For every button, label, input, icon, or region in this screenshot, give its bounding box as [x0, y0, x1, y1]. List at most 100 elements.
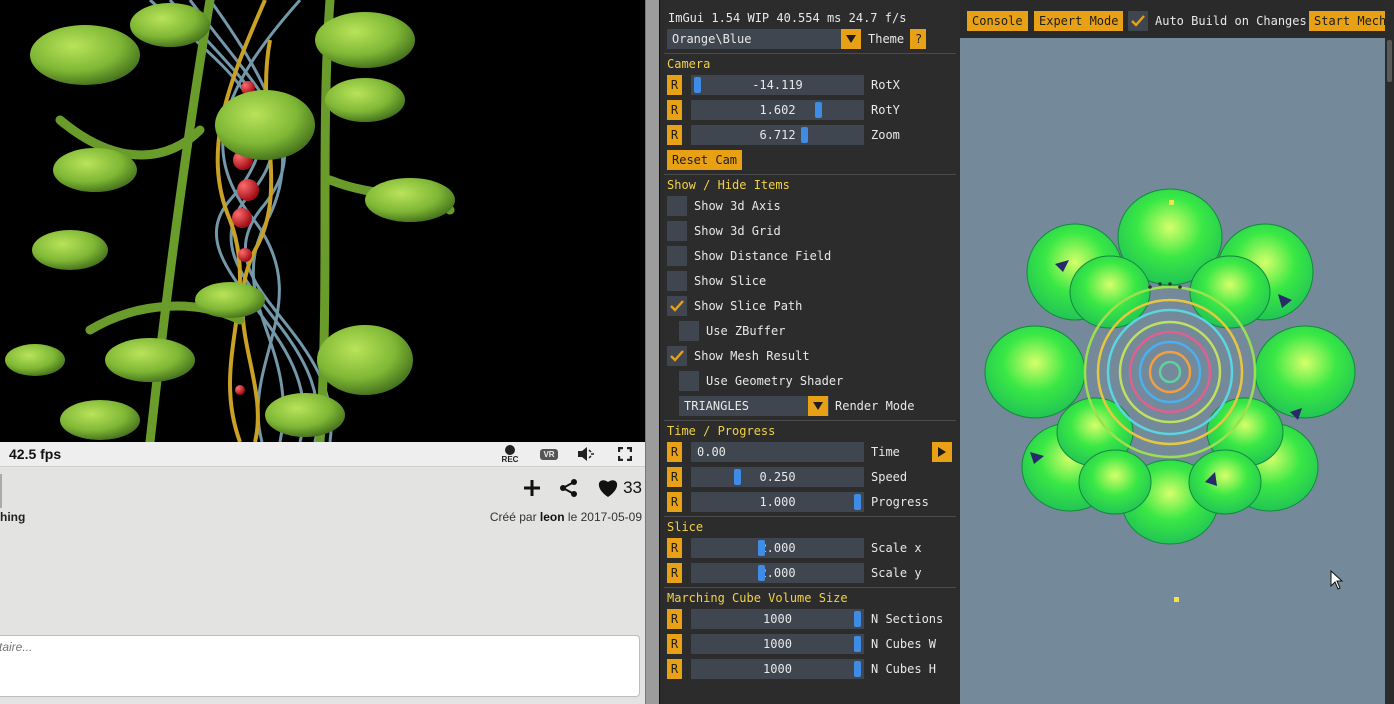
help-button[interactable]: ?	[910, 29, 926, 49]
shader-title[interactable]: hing	[0, 510, 25, 524]
speed-reset-button[interactable]: R	[667, 467, 682, 487]
created-date: 2017-05-09	[580, 510, 642, 524]
progress-value: 1.000	[759, 495, 796, 509]
checkmark-icon	[1131, 15, 1145, 27]
zoom-slider[interactable]: 6.712	[691, 125, 864, 145]
n-sections-slider-grab[interactable]	[854, 611, 861, 627]
n-sections-slider[interactable]: 1000	[691, 609, 864, 629]
render-mode-combo[interactable]: TRIANGLES	[679, 396, 829, 416]
roty-reset-button[interactable]: R	[667, 100, 682, 120]
show-hide-header[interactable]: Show / Hide Items	[667, 177, 790, 193]
play-button[interactable]	[932, 442, 952, 462]
n-cubes-h-reset-button[interactable]: R	[667, 659, 682, 679]
volume-icon[interactable]	[575, 444, 597, 464]
imgui-panel: ImGui 1.54 WIP 40.554 ms 24.7 f/s Orange…	[659, 0, 961, 704]
author-link[interactable]: leon	[540, 510, 565, 524]
share-icon[interactable]	[559, 478, 579, 498]
scrollbar-thumb[interactable]	[1387, 40, 1392, 82]
vertical-scrollbar[interactable]	[1385, 0, 1394, 704]
speed-slider-grab[interactable]	[734, 469, 741, 485]
start-mech-button[interactable]: Start Mech	[1309, 11, 1392, 31]
show-3d-grid-checkbox[interactable]	[667, 221, 687, 241]
created-prefix: Créé par	[489, 510, 537, 524]
slice-header[interactable]: Slice	[667, 519, 703, 535]
show-3d-grid-label: Show 3d Grid	[694, 224, 781, 238]
n-cubes-w-label: N Cubes W	[871, 637, 937, 651]
fullscreen-icon[interactable]	[615, 444, 635, 464]
progress-slider-grab[interactable]	[854, 494, 861, 510]
theme-combo[interactable]: Orange\Blue	[667, 29, 849, 49]
show-mesh-result-checkbox[interactable]	[667, 346, 687, 366]
scale-x-label: Scale x	[871, 541, 922, 555]
rotx-reset-button[interactable]: R	[667, 75, 682, 95]
show-slice-path-checkbox[interactable]	[667, 296, 687, 316]
reset-cam-button[interactable]: Reset Cam	[667, 150, 743, 170]
vr-icon[interactable]: VR	[538, 444, 560, 464]
created-by-line: Créé par leon le 2017-05-09	[490, 510, 642, 524]
zoom-label: Zoom	[871, 128, 900, 142]
time-input[interactable]: 0.00	[691, 442, 864, 462]
theme-dropdown-arrow-icon[interactable]	[841, 29, 861, 49]
zoom-reset-button[interactable]: R	[667, 125, 682, 145]
scale-x-slider[interactable]: 2.000	[691, 538, 864, 558]
expert-mode-button[interactable]: Expert Mode	[1034, 11, 1124, 31]
scale-y-slider[interactable]: 2.000	[691, 563, 864, 583]
n-cubes-w-reset-button[interactable]: R	[667, 634, 682, 654]
speed-slider[interactable]: 0.250	[691, 467, 864, 487]
rotx-slider-grab[interactable]	[694, 77, 701, 93]
rotx-slider[interactable]: -14.119	[691, 75, 864, 95]
auto-build-label: Auto Build on Changes	[1155, 14, 1307, 28]
n-cubes-h-slider-grab[interactable]	[854, 661, 861, 677]
separator	[664, 53, 956, 54]
camera-header[interactable]: Camera	[667, 56, 710, 72]
use-geometry-shader-checkbox[interactable]	[679, 371, 699, 391]
auto-build-checkbox[interactable]	[1128, 11, 1148, 31]
like-button[interactable]: 33	[597, 478, 642, 498]
shader-actions: 33	[505, 478, 642, 498]
show-3d-axis-checkbox[interactable]	[667, 196, 687, 216]
console-button[interactable]: Console	[967, 11, 1028, 31]
n-cubes-h-slider[interactable]: 1000	[691, 659, 864, 679]
page-edge-divider	[0, 474, 2, 508]
mesh-render-image	[984, 188, 1356, 602]
show-slice-checkbox[interactable]	[667, 271, 687, 291]
n-sections-reset-button[interactable]: R	[667, 609, 682, 629]
scale-y-reset-button[interactable]: R	[667, 563, 682, 583]
n-sections-value: 1000	[763, 612, 792, 626]
time-progress-header[interactable]: Time / Progress	[667, 423, 775, 439]
shader-viewport[interactable]	[0, 0, 645, 442]
progress-reset-button[interactable]: R	[667, 492, 682, 512]
player-controls-bar: 42.5 fps REC VR	[0, 442, 645, 467]
roty-label: RotY	[871, 103, 900, 117]
window-divider	[645, 0, 660, 704]
scale-y-slider-grab[interactable]	[758, 565, 765, 581]
n-cubes-w-slider[interactable]: 1000	[691, 634, 864, 654]
use-zbuffer-checkbox[interactable]	[679, 321, 699, 341]
scale-x-reset-button[interactable]: R	[667, 538, 682, 558]
show-slice-path-label: Show Slice Path	[694, 299, 803, 313]
main-toolbar: Console Expert Mode Auto Build on Change…	[960, 0, 1394, 38]
render-mode-dropdown-arrow-icon[interactable]	[808, 396, 828, 416]
show-slice-label: Show Slice	[694, 274, 767, 288]
zoom-value: 6.712	[759, 128, 796, 142]
roty-slider-grab[interactable]	[815, 102, 822, 118]
add-playlist-icon[interactable]	[523, 479, 541, 497]
n-cubes-h-label: N Cubes H	[871, 662, 937, 676]
separator	[664, 174, 956, 175]
mesh-3d-view[interactable]: Console Expert Mode Auto Build on Change…	[960, 0, 1394, 704]
record-icon[interactable]: REC	[499, 444, 521, 464]
scale-x-slider-grab[interactable]	[758, 540, 765, 556]
roty-slider[interactable]: 1.602	[691, 100, 864, 120]
comment-input[interactable]: taire...	[0, 635, 640, 697]
separator	[664, 420, 956, 421]
time-value: 0.00	[697, 445, 726, 459]
time-reset-button[interactable]: R	[667, 442, 682, 462]
zoom-slider-grab[interactable]	[801, 127, 808, 143]
show-distance-field-checkbox[interactable]	[667, 246, 687, 266]
marching-cube-header[interactable]: Marching Cube Volume Size	[667, 590, 848, 606]
progress-slider[interactable]: 1.000	[691, 492, 864, 512]
n-cubes-h-value: 1000	[763, 662, 792, 676]
render-mode-label: Render Mode	[835, 399, 915, 413]
theme-label: Theme	[868, 32, 905, 46]
n-cubes-w-slider-grab[interactable]	[854, 636, 861, 652]
